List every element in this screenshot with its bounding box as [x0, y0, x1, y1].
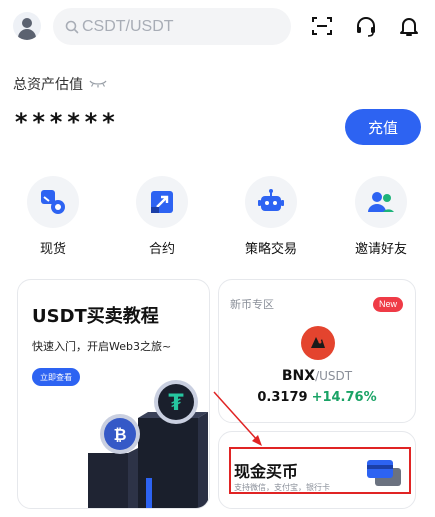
eye-hidden-icon[interactable]	[89, 79, 107, 89]
nav-futures[interactable]: 合约	[132, 176, 192, 257]
futures-icon	[136, 176, 188, 228]
avatar-body	[18, 29, 36, 40]
price-row: 0.3179 +14.76%	[219, 390, 415, 405]
new-badge: New	[372, 297, 403, 312]
nav-invite-label: 邀请好友	[354, 242, 407, 257]
view-now-button[interactable]: 立即查看	[32, 368, 80, 386]
tutorial-subtitle: 快速入门，开启Web3之旅~	[32, 340, 172, 353]
bnx-coin-icon	[301, 326, 335, 360]
search-icon	[65, 20, 79, 33]
last-price: 0.3179	[257, 390, 308, 405]
spot-icon	[27, 176, 79, 228]
bell-icon[interactable]	[397, 14, 421, 38]
invite-icon	[355, 176, 407, 228]
svg-text:₮: ₮	[168, 391, 184, 416]
nav-spot-label: 现货	[39, 242, 66, 257]
svg-text:₿: ₿	[113, 425, 126, 444]
nav-strategy-label: 策略交易	[244, 242, 297, 257]
price-change: +14.76%	[311, 390, 377, 405]
bank-card-icon	[367, 460, 401, 486]
tutorial-card[interactable]: USDT买卖教程 快速入门，开启Web3之旅~ 立即查看 ₿ ₮	[17, 279, 210, 509]
new-coin-zone-label: 新币专区	[230, 298, 274, 311]
search-bar[interactable]	[53, 8, 291, 45]
headset-icon[interactable]	[354, 14, 378, 38]
search-input[interactable]	[82, 17, 272, 36]
buy-with-cash-card[interactable]: 现金买币 支持微信，支付宝，银行卡	[218, 431, 416, 509]
bot-icon	[245, 176, 297, 228]
total-assets-label: 总资产估值	[13, 74, 107, 94]
nav-spot[interactable]: 现货	[23, 176, 83, 257]
trading-pair: BNX/USDT	[219, 368, 415, 384]
tutorial-title: USDT买卖教程	[32, 306, 159, 327]
scan-icon[interactable]	[310, 14, 334, 38]
total-assets-value: ******	[14, 108, 119, 136]
crypto-illustration: ₿ ₮	[88, 380, 208, 508]
buy-with-cash-subtitle: 支持微信，支付宝，银行卡	[234, 483, 330, 492]
deposit-button[interactable]: 充值	[345, 109, 421, 145]
pair-quote: /USDT	[315, 369, 353, 383]
new-coin-card[interactable]: 新币专区 New BNX/USDT 0.3179 +14.76%	[218, 279, 416, 423]
buy-with-cash-title: 现金买币	[234, 462, 299, 481]
nav-invite[interactable]: 邀请好友	[351, 176, 411, 257]
pair-base: BNX	[281, 368, 316, 384]
nav-futures-label: 合约	[148, 242, 175, 257]
avatar[interactable]	[13, 12, 41, 40]
avatar-head	[22, 18, 32, 28]
total-assets-label-text: 总资产估值	[13, 77, 83, 93]
nav-strategy[interactable]: 策略交易	[241, 176, 301, 257]
